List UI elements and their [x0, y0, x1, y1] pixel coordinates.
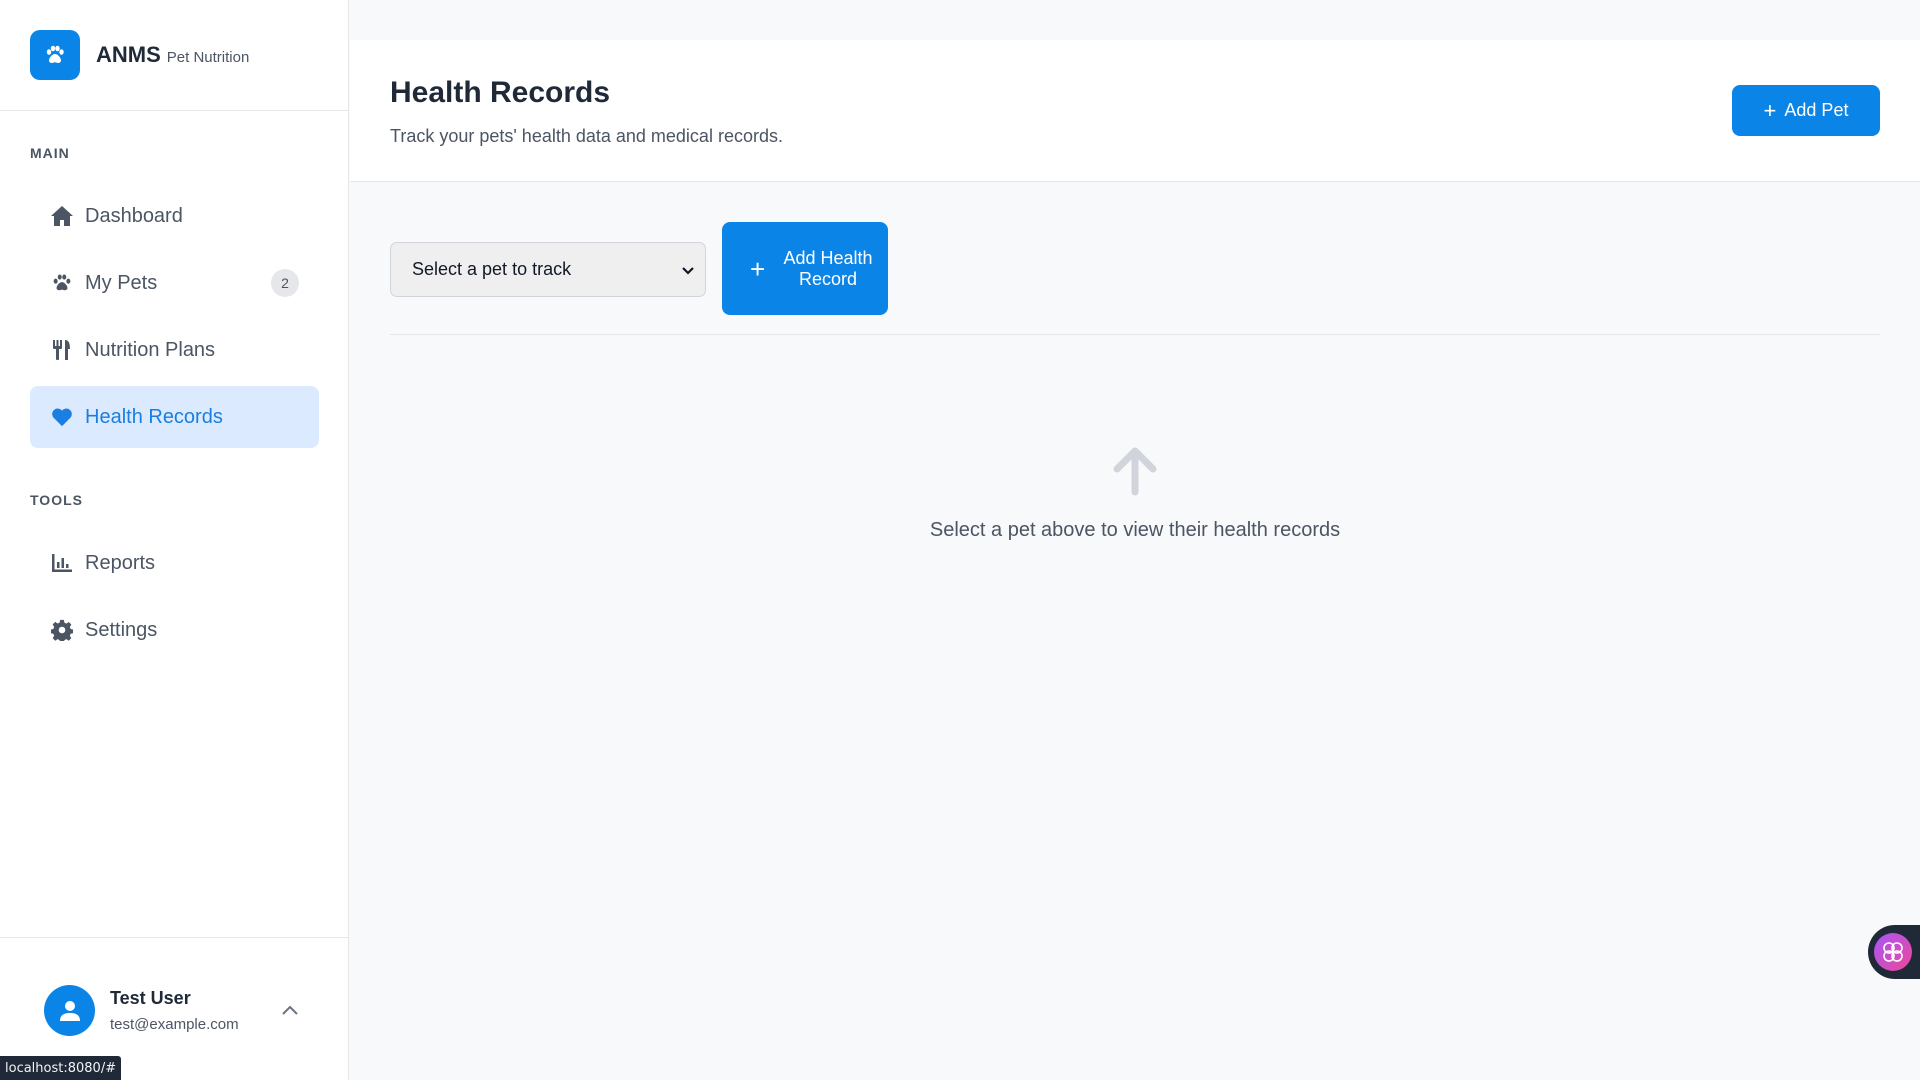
pet-select-value: Select a pet to track — [412, 259, 572, 279]
sidebar-item-settings[interactable]: Settings — [30, 599, 319, 661]
chevron-up-icon[interactable] — [278, 1000, 302, 1020]
chart-icon — [49, 550, 75, 576]
sidebar-item-health-records[interactable]: Health Records — [30, 386, 319, 448]
utensils-icon — [49, 337, 75, 363]
user-email: test@example.com — [110, 1016, 239, 1033]
top-strip — [350, 0, 1920, 40]
add-health-record-button[interactable]: + Add Health Record — [722, 222, 888, 315]
gear-icon — [49, 617, 75, 643]
page-subtitle: Track your pets' health data and medical… — [390, 126, 783, 146]
section-label-tools: TOOLS — [30, 492, 83, 508]
sidebar: ANMS Pet Nutrition MAIN Dashboard My Pet… — [0, 0, 349, 1080]
add-pet-button[interactable]: + Add Pet — [1732, 85, 1880, 136]
sidebar-item-label: Health Records — [85, 405, 223, 428]
sidebar-item-my-pets[interactable]: My Pets 2 — [30, 252, 319, 314]
page-header: Health Records Track your pets' health d… — [350, 40, 1920, 182]
paw-icon — [49, 270, 75, 296]
page-title: Health Records — [390, 76, 611, 109]
sidebar-item-label: Nutrition Plans — [85, 338, 216, 361]
section-label-main: MAIN — [30, 145, 70, 161]
sidebar-item-dashboard[interactable]: Dashboard — [30, 185, 319, 247]
sidebar-item-label: Reports — [85, 551, 156, 574]
empty-state-message: Select a pet above to view their health … — [929, 519, 1341, 541]
chevron-down-icon — [681, 262, 695, 283]
user-name: Test User — [110, 988, 191, 1008]
brain-icon — [1874, 933, 1912, 971]
brand[interactable]: ANMS Pet Nutrition — [0, 0, 348, 111]
avatar — [44, 985, 95, 1036]
sidebar-item-label: My Pets — [85, 271, 158, 294]
empty-state: Select a pet above to view their health … — [350, 440, 1920, 542]
brand-name: ANMS — [96, 42, 161, 67]
home-icon — [49, 203, 75, 229]
brand-subtitle: Pet Nutrition — [166, 48, 250, 66]
add-health-record-label: Add Health Record — [783, 247, 873, 289]
assistant-fab[interactable] — [1868, 925, 1920, 979]
add-pet-label: Add Pet — [1784, 100, 1849, 120]
pet-select[interactable]: Select a pet to track — [390, 242, 706, 297]
sidebar-item-reports[interactable]: Reports — [30, 532, 319, 594]
plus-icon: + — [750, 253, 766, 284]
pets-count-badge: 2 — [271, 269, 299, 297]
status-bar-url: localhost:8080/# — [0, 1056, 122, 1080]
arrow-up-icon — [1105, 440, 1165, 500]
sidebar-item-nutrition-plans[interactable]: Nutrition Plans — [30, 319, 319, 381]
heart-icon — [49, 404, 75, 430]
sidebar-item-label: Dashboard — [85, 204, 183, 227]
plus-icon: + — [1763, 97, 1777, 123]
divider — [390, 334, 1880, 335]
sidebar-item-label: Settings — [85, 618, 158, 641]
paw-logo-icon — [30, 30, 80, 80]
